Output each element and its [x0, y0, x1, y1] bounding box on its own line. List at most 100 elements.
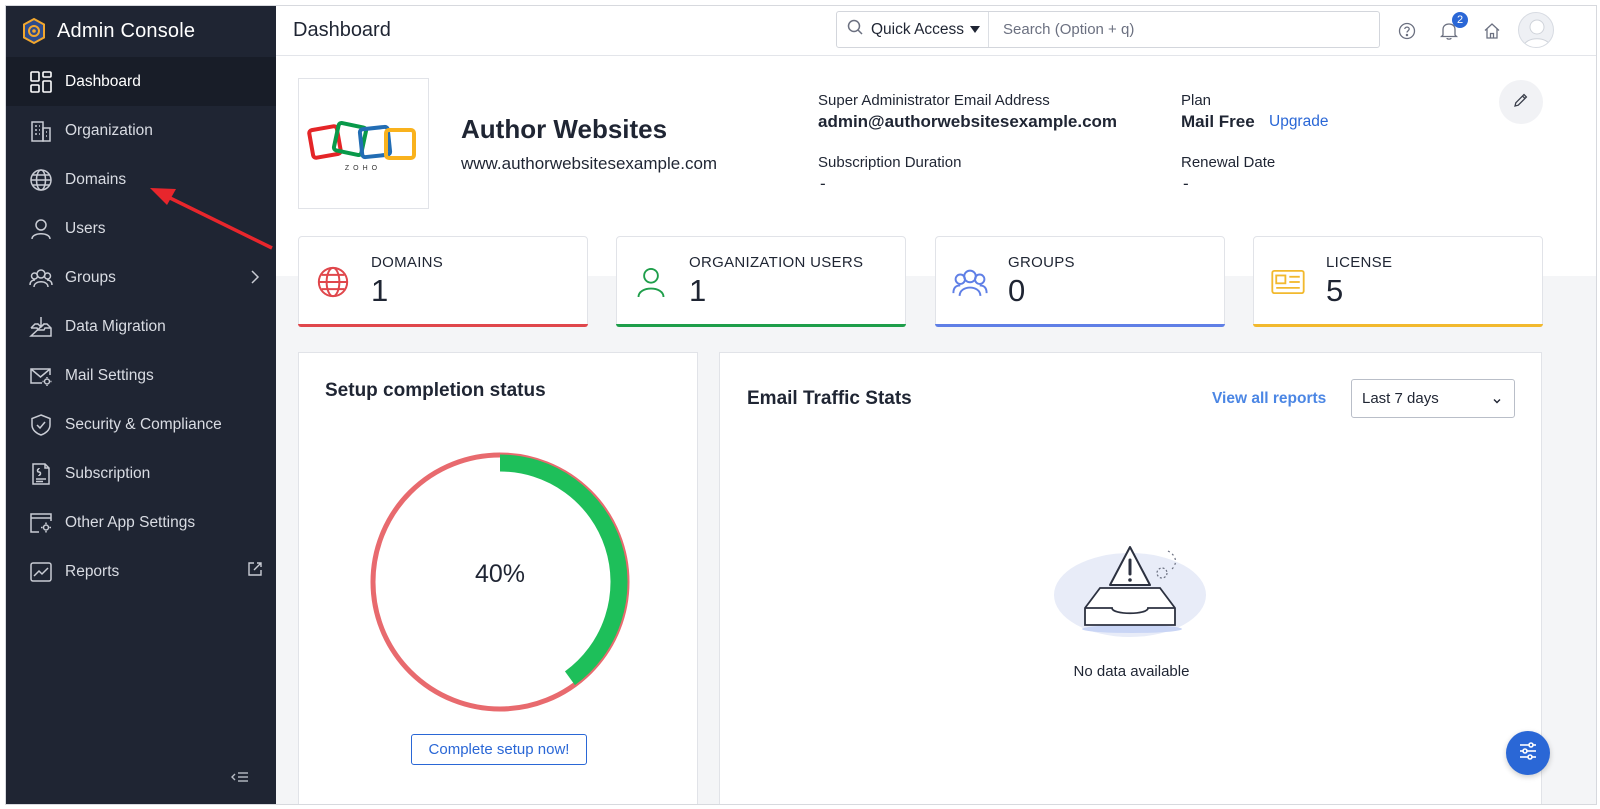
sidebar-item-subscription[interactable]: Subscription [6, 449, 276, 498]
quick-access-label: Quick Access [871, 20, 965, 38]
sidebar-item-label: Mail Settings [65, 366, 154, 384]
building-icon [28, 118, 54, 144]
brand: Admin Console [6, 6, 276, 56]
sidebar-item-other-app-settings[interactable]: Other App Settings [6, 498, 276, 547]
user-icon [633, 264, 669, 300]
plan-value: Mail Free [1181, 112, 1255, 131]
chevron-down-icon [1492, 393, 1502, 404]
admin-console-logo-icon [20, 17, 48, 45]
organization-name: Author Websites [461, 114, 668, 144]
stat-card-organization-users[interactable]: ORGANIZATION USERS 1 [616, 236, 906, 327]
sidebar-item-groups[interactable]: Groups [6, 253, 276, 302]
admin-email-value: admin@authorwebsitesexample.com [818, 112, 1118, 131]
sidebar-item-security-compliance[interactable]: Security & Compliance [6, 400, 276, 449]
subscription-duration-value: - [820, 174, 826, 193]
sidebar: Admin Console Dashboard Organization Dom… [6, 6, 276, 804]
app-title: Admin Console [57, 19, 196, 42]
avatar[interactable] [1518, 12, 1554, 48]
caret-down-icon [970, 26, 981, 33]
sidebar-item-organization[interactable]: Organization [6, 106, 276, 155]
sidebar-item-label: Organization [65, 121, 153, 139]
setup-percent: 40% [474, 560, 526, 588]
search-input[interactable] [989, 21, 1349, 38]
setup-progress-ring: 40% [366, 448, 634, 716]
globe-icon [28, 167, 54, 193]
groups-icon [28, 265, 54, 291]
stat-label: DOMAINS [371, 254, 444, 271]
no-data-illustration [1050, 533, 1210, 643]
top-bar: Dashboard Quick Access 2 [276, 6, 1596, 56]
groups-icon [952, 264, 988, 300]
stat-label: GROUPS [1008, 254, 1075, 271]
pencil-icon [1513, 92, 1529, 113]
admin-console-window: Admin Console Dashboard Organization Dom… [5, 5, 1597, 805]
external-link-icon[interactable] [246, 560, 264, 578]
stat-value: 0 [1008, 273, 1026, 308]
zoho-logo-text: ZOHO [345, 165, 381, 172]
date-range-value: Last 7 days [1362, 390, 1439, 407]
home-icon[interactable] [1481, 20, 1503, 42]
sidebar-item-label: Groups [65, 268, 116, 286]
page-title: Dashboard [293, 19, 391, 41]
upgrade-link[interactable]: Upgrade [1269, 113, 1328, 131]
sidebar-item-reports[interactable]: Reports [6, 547, 276, 596]
stat-label: LICENSE [1326, 254, 1393, 271]
subscription-icon [28, 461, 54, 487]
sidebar-item-dashboard[interactable]: Dashboard [6, 57, 276, 106]
sidebar-item-domains[interactable]: Domains [6, 155, 276, 204]
settings-fab-button[interactable] [1506, 731, 1550, 775]
stat-accent-bar [935, 324, 1225, 327]
stat-accent-bar [616, 324, 906, 327]
sidebar-item-label: Dashboard [65, 72, 141, 90]
main-content: ZOHO Author Websites www.authorwebsitese… [276, 56, 1596, 804]
data-migration-icon [28, 314, 54, 340]
sidebar-item-label: Reports [65, 562, 120, 580]
plan-label: Plan [1181, 92, 1212, 109]
sidebar-item-label: Data Migration [65, 317, 166, 335]
stat-card-license[interactable]: LICENSE 5 [1253, 236, 1543, 327]
globe-icon [315, 264, 351, 300]
sidebar-item-label: Domains [65, 170, 127, 188]
sidebar-item-data-migration[interactable]: Data Migration [6, 302, 276, 351]
app-settings-icon [28, 510, 54, 536]
email-traffic-title: Email Traffic Stats [747, 388, 912, 409]
edit-organization-button[interactable] [1499, 80, 1543, 124]
search-icon [847, 19, 863, 40]
stat-accent-bar [1253, 324, 1543, 327]
search-bar: Quick Access [836, 11, 1380, 48]
license-icon [1270, 264, 1306, 300]
sidebar-item-label: Subscription [65, 464, 151, 482]
subscription-duration-label: Subscription Duration [818, 154, 962, 171]
sliders-icon [1518, 741, 1538, 765]
renewal-date-label: Renewal Date [1181, 154, 1276, 171]
notification-badge: 2 [1452, 12, 1468, 28]
stat-value: 1 [371, 273, 389, 308]
email-traffic-panel: Email Traffic Stats View all reports Las… [719, 352, 1542, 804]
quick-access-dropdown[interactable]: Quick Access [837, 12, 989, 47]
complete-setup-button[interactable]: Complete setup now! [411, 734, 587, 765]
shield-icon [28, 412, 54, 438]
sidebar-item-label: Users [65, 219, 106, 237]
setup-completion-title: Setup completion status [325, 380, 546, 401]
mail-settings-icon [28, 363, 54, 389]
renewal-date-value: - [1183, 174, 1189, 193]
organization-logo: ZOHO [298, 78, 429, 209]
stat-accent-bar [298, 324, 588, 327]
stat-card-domains[interactable]: DOMAINS 1 [298, 236, 588, 327]
no-data-text: No data available [1073, 663, 1190, 680]
stat-value: 5 [1326, 273, 1344, 308]
sidebar-item-label: Other App Settings [65, 513, 196, 531]
date-range-select[interactable]: Last 7 days [1351, 379, 1515, 418]
setup-completion-panel: Setup completion status 40% Complete set… [298, 352, 698, 804]
view-all-reports-link[interactable]: View all reports [1212, 390, 1326, 408]
reports-icon [28, 559, 54, 585]
sidebar-item-mail-settings[interactable]: Mail Settings [6, 351, 276, 400]
help-icon[interactable] [1396, 20, 1418, 42]
stat-card-groups[interactable]: GROUPS 0 [935, 236, 1225, 327]
stat-label: ORGANIZATION USERS [689, 254, 864, 271]
stat-value: 1 [689, 273, 707, 308]
sidebar-item-users[interactable]: Users [6, 204, 276, 253]
collapse-sidebar-icon[interactable] [231, 770, 249, 784]
dashboard-icon [28, 69, 54, 95]
sidebar-item-label: Security & Compliance [65, 415, 222, 433]
